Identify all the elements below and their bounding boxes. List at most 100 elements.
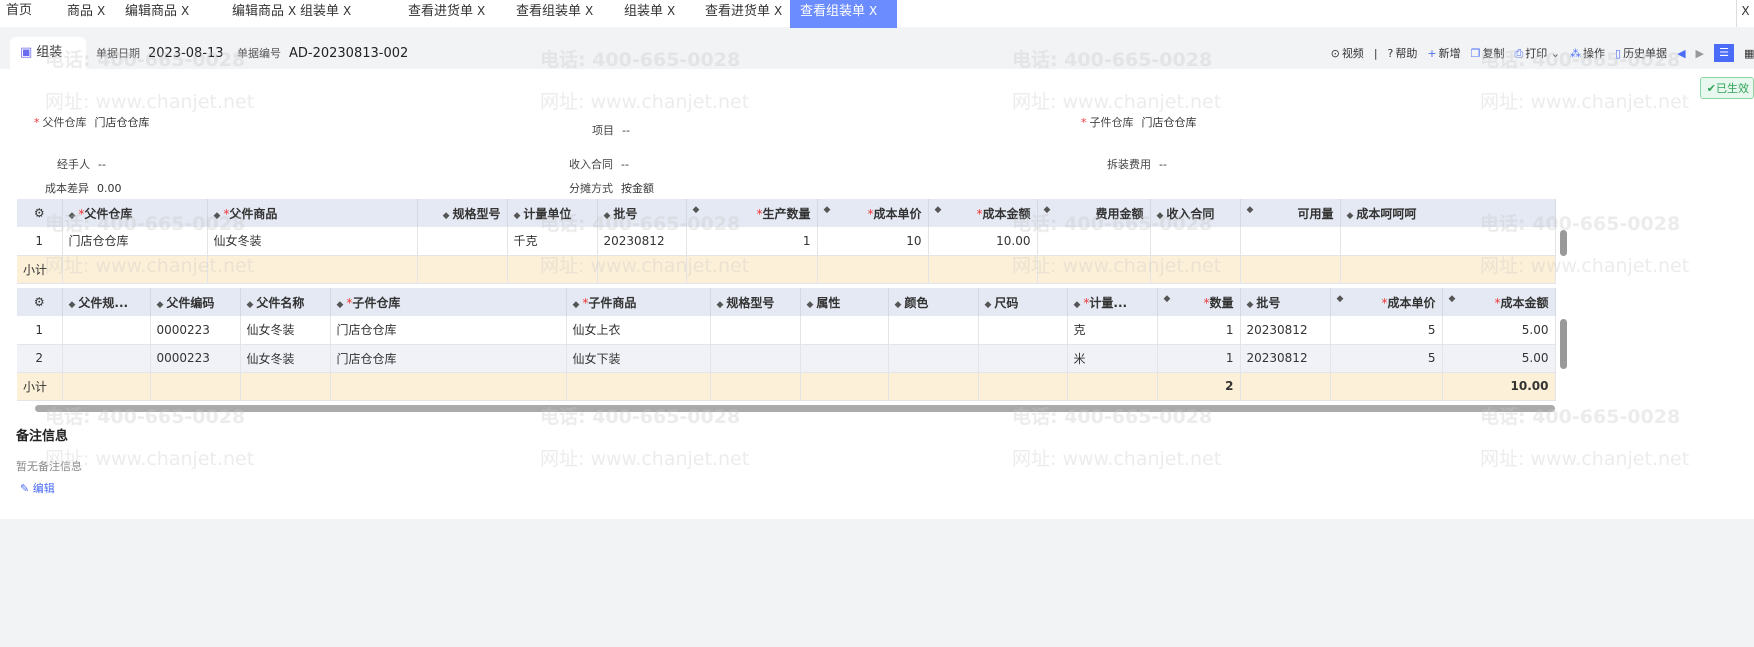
close-icon[interactable]: X	[774, 4, 782, 18]
sort-icon[interactable]: ◆	[247, 300, 254, 310]
horizontal-scrollbar[interactable]	[35, 405, 1555, 412]
col-header[interactable]: ◆ 批号	[1240, 288, 1331, 316]
sort-icon[interactable]: ◆	[1044, 205, 1051, 215]
cell[interactable]: 0000223	[150, 316, 241, 345]
col-header[interactable]: ◆ *子件商品	[566, 288, 711, 316]
sort-icon[interactable]: ◆	[69, 211, 76, 221]
cell[interactable]: 门店仓仓库	[330, 344, 567, 373]
sort-icon[interactable]: ◆	[214, 211, 221, 221]
operate-button[interactable]: ⁂ 操作	[1570, 45, 1605, 61]
cell[interactable]: 仙女冬装	[240, 316, 331, 345]
card-view-icon[interactable]: ▦	[1744, 47, 1754, 60]
cell[interactable]	[1340, 227, 1556, 256]
cell[interactable]: 门店仓仓库	[330, 316, 567, 345]
col-header[interactable]: ◆ 父件规...	[62, 288, 151, 316]
sort-icon[interactable]: ◆	[693, 205, 700, 215]
tab-assembly[interactable]: 组装单 X	[300, 0, 351, 27]
close-icon[interactable]: X	[477, 4, 485, 18]
col-header[interactable]: ◆ 父件编码	[150, 288, 241, 316]
tab-assembly-2[interactable]: 组装单 X	[624, 0, 675, 27]
close-icon[interactable]: X	[97, 4, 105, 18]
table-row[interactable]: 2 0000223 仙女冬装 门店仓仓库 仙女下装 米 1 20230812 5 5.00	[17, 344, 1556, 373]
cell[interactable]: 5.00	[1442, 316, 1556, 345]
cell[interactable]: 门店仓仓库	[62, 227, 208, 256]
sort-icon[interactable]: ◆	[69, 300, 76, 310]
tab-view-assembly-active[interactable]: 查看组装单 X	[790, 0, 897, 28]
cell[interactable]	[710, 344, 801, 373]
table-row[interactable]: 1 0000223 仙女冬装 门店仓仓库 仙女上衣克 1 20230812 5 5.00	[17, 316, 1556, 345]
sort-icon[interactable]: ◆	[573, 300, 580, 310]
cell[interactable]: 1	[1157, 344, 1241, 373]
col-header[interactable]: ◆ *父件商品	[207, 199, 418, 227]
cell[interactable]: 20230812	[1240, 344, 1331, 373]
cell[interactable]	[62, 316, 151, 345]
history-button[interactable]: ▯ 历史单据	[1615, 45, 1667, 61]
close-icon[interactable]: X	[343, 4, 351, 18]
cell[interactable]: 20230812	[597, 227, 687, 256]
cell[interactable]: 仙女上衣	[566, 316, 711, 345]
cell[interactable]: 5	[1330, 344, 1443, 373]
sort-icon[interactable]: ◆	[895, 300, 902, 310]
col-header[interactable]: ◆ 计量单位	[507, 199, 598, 227]
cell[interactable]: 5	[1330, 316, 1443, 345]
cell[interactable]: 5.00	[1442, 344, 1556, 373]
col-header[interactable]: ◆ 收入合同	[1150, 199, 1241, 227]
parent-table-scrollbar[interactable]	[1560, 230, 1567, 256]
col-header[interactable]: ◆ *数量	[1157, 288, 1241, 316]
cell[interactable]: 10	[817, 227, 929, 256]
col-header[interactable]: ◆ *计量...	[1067, 288, 1158, 316]
col-header[interactable]: ◆ 批号	[597, 199, 687, 227]
tab-home[interactable]: 首页	[6, 0, 32, 27]
video-button[interactable]: ⊙ 视频	[1331, 45, 1364, 61]
list-view-icon[interactable]: ☰	[1714, 44, 1734, 62]
sort-icon[interactable]: ◆	[443, 211, 450, 221]
sort-icon[interactable]: ◆	[717, 300, 724, 310]
cell[interactable]	[710, 316, 801, 345]
cell[interactable]	[62, 344, 151, 373]
tab-view-purchase[interactable]: 查看进货单 X	[408, 0, 485, 27]
cell[interactable]: 仙女下装	[566, 344, 711, 373]
close-icon[interactable]: X	[667, 4, 675, 18]
tab-edit-goods[interactable]: 编辑商品 X	[125, 0, 189, 27]
cell[interactable]	[800, 344, 889, 373]
col-header[interactable]: ◆ 属性	[800, 288, 889, 316]
col-header[interactable]: ◆ 费用金额	[1037, 199, 1151, 227]
cell[interactable]: 米	[1067, 344, 1158, 373]
copy-button[interactable]: ❐ 复制	[1471, 45, 1505, 61]
col-header[interactable]: ◆ 规格型号	[417, 199, 508, 227]
tab-goods[interactable]: 商品 X	[67, 0, 105, 27]
close-icon[interactable]: X	[585, 4, 593, 18]
col-header[interactable]: ◆ 规格型号	[710, 288, 801, 316]
tab-view-purchase-2[interactable]: 查看进货单 X	[705, 0, 782, 27]
col-header[interactable]: ◆ 可用量	[1240, 199, 1341, 227]
prev-icon[interactable]: ◀	[1677, 47, 1685, 60]
help-button[interactable]: ? 帮助	[1388, 45, 1418, 61]
child-table-scrollbar[interactable]	[1560, 319, 1567, 369]
cell[interactable]: 10.00	[928, 227, 1038, 256]
sort-icon[interactable]: ◆	[514, 211, 521, 221]
tab-view-assembly[interactable]: 查看组装单 X	[516, 0, 593, 27]
col-header[interactable]: ◆ *成本单价	[817, 199, 929, 227]
cell[interactable]: 0000223	[150, 344, 241, 373]
col-header[interactable]: ◆ *成本金额	[1442, 288, 1556, 316]
sort-icon[interactable]: ◆	[1247, 300, 1254, 310]
col-header[interactable]: ◆ *子件仓库	[330, 288, 567, 316]
sort-icon[interactable]: ◆	[604, 211, 611, 221]
cell[interactable]: 仙女冬装	[207, 227, 418, 256]
sort-icon[interactable]: ◆	[1157, 211, 1164, 221]
col-header[interactable]: ◆ 成本呵呵呵	[1340, 199, 1556, 227]
close-icon[interactable]: X	[869, 4, 877, 18]
cell[interactable]	[888, 316, 979, 345]
cell[interactable]	[1150, 227, 1241, 256]
cell[interactable]: 1	[686, 227, 818, 256]
cell[interactable]	[1240, 227, 1341, 256]
print-button[interactable]: ⎙ 打印 ⌄	[1514, 45, 1560, 61]
table-row[interactable]: 1 门店仓仓库 仙女冬装 千克 20230812 1 10 10.00	[17, 227, 1556, 256]
sort-icon[interactable]: ◆	[985, 300, 992, 310]
cell[interactable]	[417, 227, 508, 256]
col-header[interactable]: ◆ 颜色	[888, 288, 979, 316]
sort-icon[interactable]: ◆	[1347, 211, 1354, 221]
sort-icon[interactable]: ◆	[935, 205, 942, 215]
col-header[interactable]: ◆ *成本金额	[928, 199, 1038, 227]
sort-icon[interactable]: ◆	[1247, 205, 1254, 215]
